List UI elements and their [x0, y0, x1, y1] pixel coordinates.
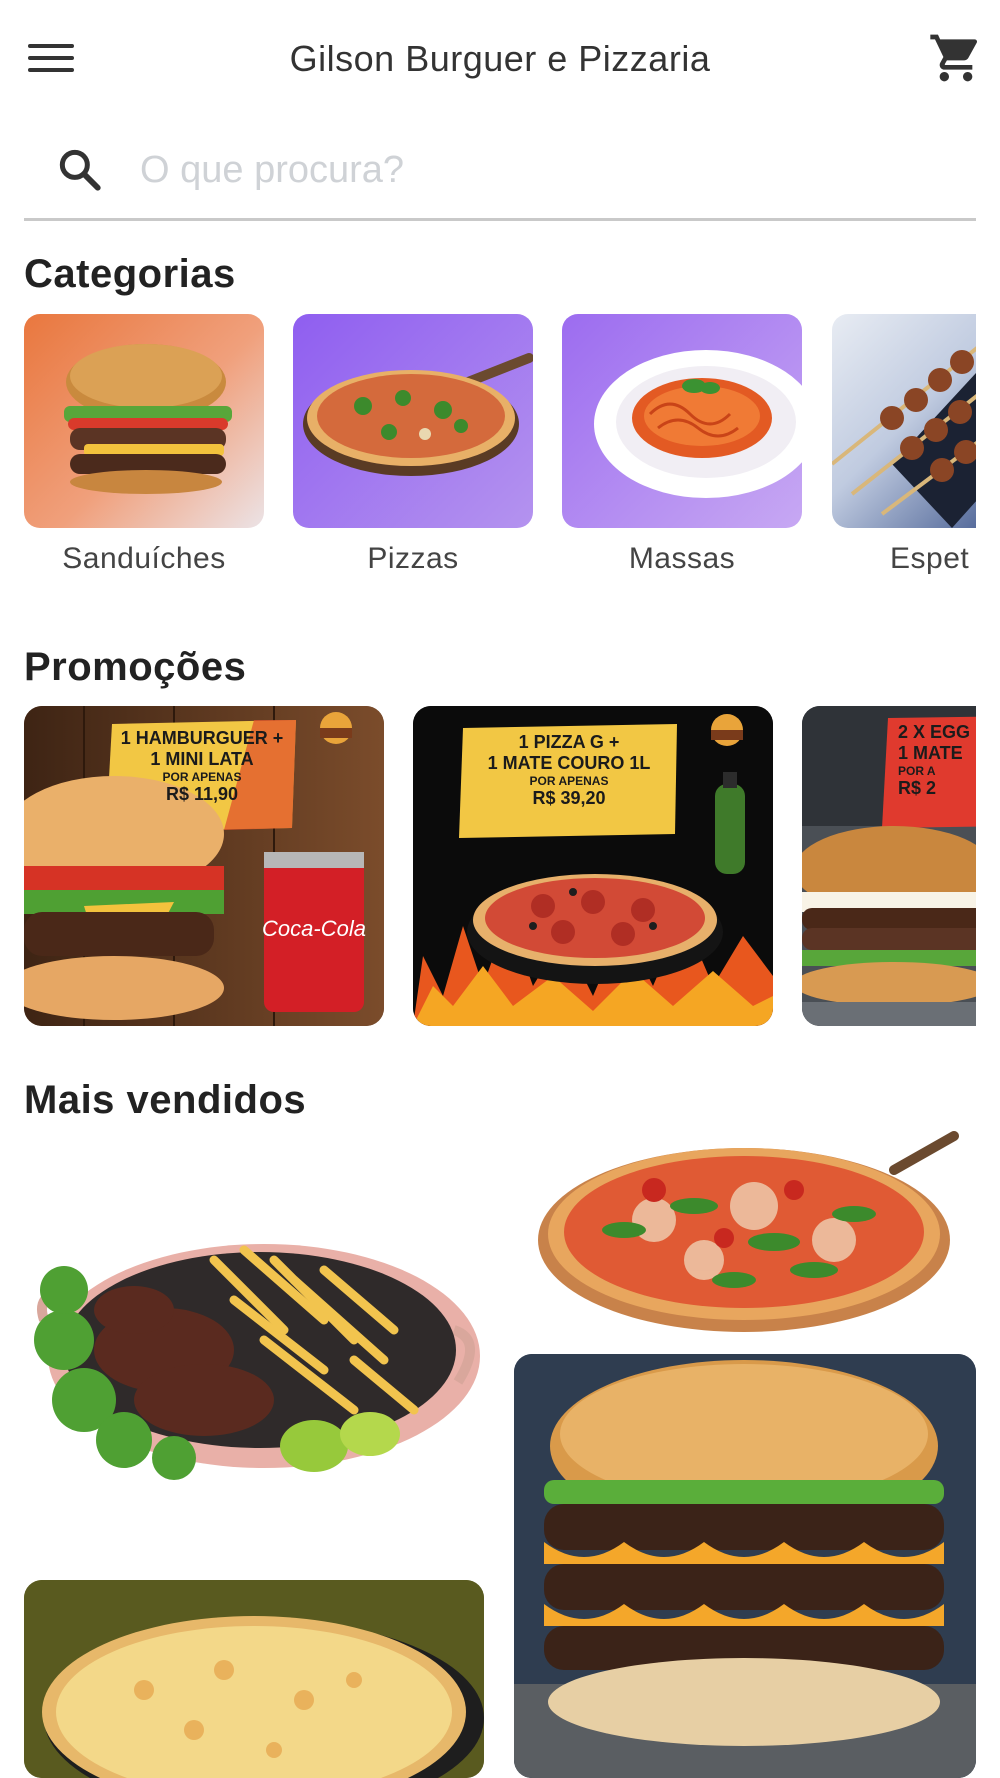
- categories-carousel[interactable]: Sanduíches Pizzas Massas Espet: [24, 314, 976, 584]
- cart-button[interactable]: [926, 30, 986, 86]
- category-label: Massas: [628, 542, 736, 575]
- svg-text:Coca-Cola: Coca-Cola: [262, 916, 366, 941]
- category-image: [562, 314, 802, 528]
- best-seller-pizza-arugula[interactable]: [534, 1130, 976, 1340]
- best-sellers-grid: [0, 1130, 1000, 1778]
- promo-card-pizza[interactable]: 1 PIZZA G + 1 MATE COURO 1L POR APENAS R…: [413, 706, 773, 1026]
- category-skewers[interactable]: Espet: [832, 314, 976, 584]
- promo-text: 2 X EGG 1 MATE POR A R$ 2: [898, 722, 971, 798]
- promotions-carousel[interactable]: Coca-Cola 1 HAMBURGUER + 1 MINI LATA POR…: [24, 706, 976, 1026]
- best-sellers-heading: Mais vendidos: [24, 1078, 307, 1122]
- search-bar: [24, 124, 976, 221]
- best-seller-steak-fries[interactable]: [24, 1210, 484, 1490]
- category-label: Pizzas: [367, 542, 459, 575]
- promo-text: 1 PIZZA G + 1 MATE COURO 1L POR APENAS R…: [487, 732, 651, 808]
- app-title: Gilson Burguer e Pizzaria: [289, 38, 711, 79]
- promo-text: 1 HAMBURGUER + 1 MINI LATA POR APENAS R$…: [120, 728, 284, 804]
- category-label: Sanduíches: [62, 542, 226, 575]
- category-image: [293, 314, 533, 528]
- promo-card-egg-burger[interactable]: 2 X EGG 1 MATE POR A R$ 2: [802, 706, 976, 1026]
- category-image: [832, 314, 976, 528]
- search-input[interactable]: [138, 140, 962, 200]
- category-label: Espet: [890, 542, 970, 575]
- cart-icon: [930, 34, 978, 82]
- category-image: [24, 314, 264, 528]
- category-pizzas[interactable]: Pizzas: [293, 314, 533, 584]
- categories-heading: Categorias: [24, 252, 236, 296]
- category-sandwiches[interactable]: Sanduíches: [24, 314, 264, 584]
- search-icon: [59, 149, 101, 191]
- promotions-heading: Promoções: [24, 645, 247, 689]
- category-pastas[interactable]: Massas: [562, 314, 802, 584]
- promo-card-burger[interactable]: Coca-Cola 1 HAMBURGUER + 1 MINI LATA POR…: [24, 706, 384, 1026]
- best-seller-cheese-pizza[interactable]: [24, 1580, 484, 1778]
- best-seller-triple-burger[interactable]: [514, 1354, 976, 1778]
